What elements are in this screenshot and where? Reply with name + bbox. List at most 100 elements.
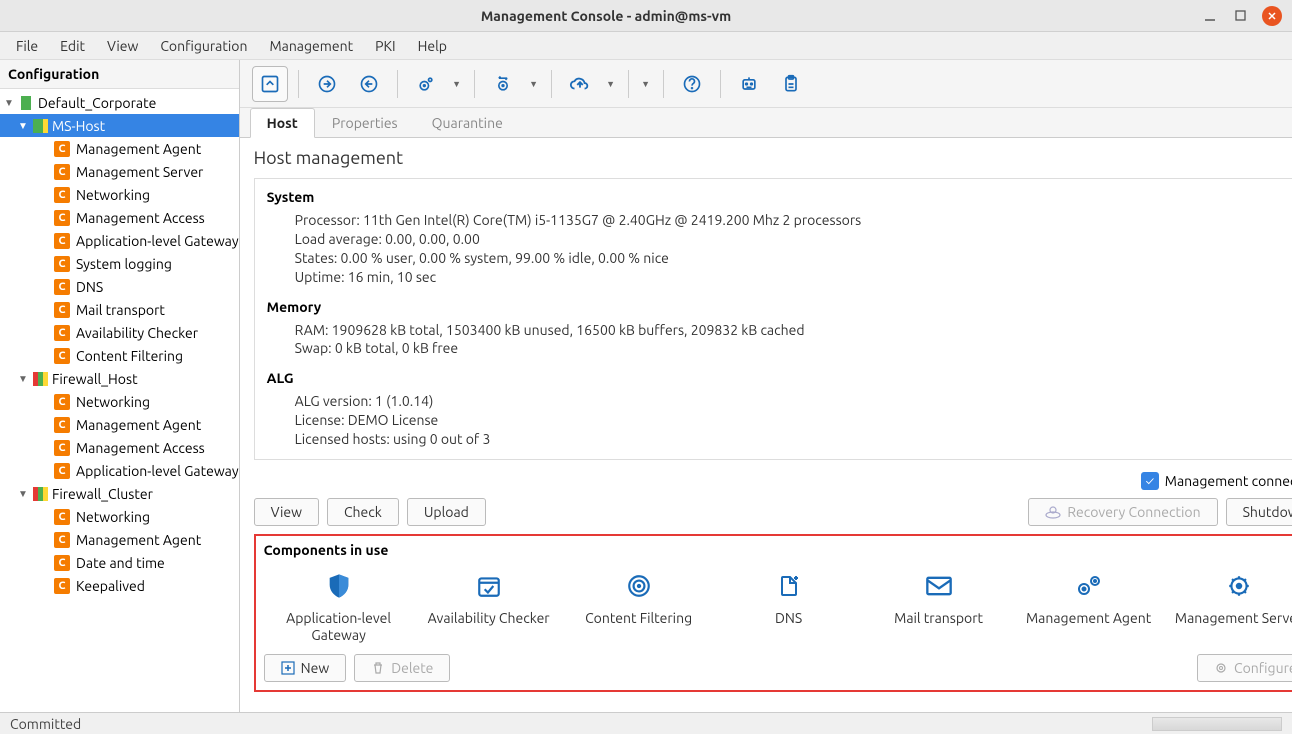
shutdown-button[interactable]: Shutdown <box>1226 498 1292 526</box>
tree-comp-management-server[interactable]: CManagement Server <box>0 160 239 183</box>
tool-upload-cloud-icon[interactable] <box>562 66 598 102</box>
statusbar: Committed <box>0 712 1292 734</box>
component-management-agent[interactable]: Management Agent <box>1014 572 1164 644</box>
menu-file[interactable]: File <box>6 34 48 58</box>
expand-arrow-icon[interactable]: ▼ <box>18 488 32 500</box>
system-states: States: 0.00 % user, 0.00 % system, 99.0… <box>267 249 1292 268</box>
component-icon: C <box>54 302 70 318</box>
tool-commit-in-icon[interactable] <box>309 66 345 102</box>
tree-label: Keepalived <box>76 578 145 594</box>
tree-comp-dns[interactable]: CDNS <box>0 275 239 298</box>
tree-comp-mail-transport[interactable]: CMail transport <box>0 298 239 321</box>
configure-component-button[interactable]: Configure <box>1197 654 1292 682</box>
check-button[interactable]: Check <box>327 498 399 526</box>
tree-comp-networking[interactable]: CNetworking <box>0 183 239 206</box>
tree-comp-keepalived[interactable]: CKeepalived <box>0 574 239 597</box>
management-connection-checkbox[interactable]: ✓ <box>1141 472 1159 490</box>
menubar: File Edit View Configuration Management … <box>0 32 1292 60</box>
tool-dropdown-icon[interactable]: ▼ <box>450 79 464 89</box>
component-dns[interactable]: DNS <box>714 572 864 644</box>
tree-label: MS-Host <box>52 118 105 134</box>
upload-button[interactable]: Upload <box>407 498 486 526</box>
tree-comp-content-filtering[interactable]: CContent Filtering <box>0 344 239 367</box>
menu-edit[interactable]: Edit <box>50 34 95 58</box>
tree-comp-management-agent[interactable]: CManagement Agent <box>0 137 239 160</box>
view-button[interactable]: View <box>254 498 319 526</box>
tool-commit-out-icon[interactable] <box>351 66 387 102</box>
status-icon <box>32 486 48 502</box>
tree-comp-availability-checker[interactable]: CAvailability Checker <box>0 321 239 344</box>
toolbar-separator <box>298 70 299 98</box>
component-label: Management Agent <box>1026 610 1151 627</box>
host-panel: Host management System Processor: 11th G… <box>240 138 1292 712</box>
component-application-level-gateway[interactable]: Application-level Gateway <box>264 572 414 644</box>
tool-clipboard-icon[interactable] <box>773 66 809 102</box>
component-availability-checker[interactable]: Availability Checker <box>414 572 564 644</box>
tree-label: Management Agent <box>76 141 201 157</box>
tree-comp-networking[interactable]: CNetworking <box>0 505 239 528</box>
menu-configuration[interactable]: Configuration <box>150 34 257 58</box>
tree-label: Management Access <box>76 440 205 456</box>
tool-dropdown-icon[interactable]: ▼ <box>639 79 653 89</box>
main-area: Configuration ▼Default_Corporate▼MS-Host… <box>0 60 1292 712</box>
plus-icon <box>281 661 295 675</box>
tree-host-firewall-cluster[interactable]: ▼ Firewall_Cluster <box>0 482 239 505</box>
tree-label: Firewall_Cluster <box>52 486 153 502</box>
components-grid: Application-level Gateway Availability Ch… <box>264 566 1292 654</box>
tree-comp-application-level-gateway[interactable]: C Application-level Gateway <box>0 459 239 482</box>
expand-arrow-icon[interactable]: ▼ <box>4 97 18 109</box>
tool-up-icon[interactable] <box>252 66 288 102</box>
component-label: Availability Checker <box>428 610 550 627</box>
gear-icon <box>1225 572 1253 600</box>
component-content-filtering[interactable]: Content Filtering <box>564 572 714 644</box>
component-label: Application-level Gateway <box>264 610 414 644</box>
tree-site-default-corporate[interactable]: ▼ Default_Corporate <box>0 91 239 114</box>
tree-comp-management-access[interactable]: CManagement Access <box>0 436 239 459</box>
menu-help[interactable]: Help <box>408 34 457 58</box>
recovery-connection-button[interactable]: Recovery Connection <box>1028 498 1217 526</box>
expand-arrow-icon[interactable]: ▼ <box>18 373 32 385</box>
tool-gear-swap-icon[interactable] <box>485 66 521 102</box>
component-management-server[interactable]: Management Server <box>1164 572 1292 644</box>
tree-comp-management-agent[interactable]: CManagement Agent <box>0 528 239 551</box>
system-heading: System <box>267 189 1292 205</box>
component-icon: C <box>54 394 70 410</box>
system-load: Load average: 0.00, 0.00, 0.00 <box>267 230 1292 249</box>
tool-gear-view-icon[interactable] <box>408 66 444 102</box>
tree-comp-networking[interactable]: CNetworking <box>0 390 239 413</box>
menu-view[interactable]: View <box>97 34 148 58</box>
expand-arrow-icon[interactable]: ▼ <box>18 120 32 132</box>
component-icon: C <box>54 279 70 295</box>
tab-host[interactable]: Host <box>250 108 315 138</box>
component-icon: C <box>54 164 70 180</box>
tree-comp-system-logging[interactable]: CSystem logging <box>0 252 239 275</box>
status-icon <box>32 371 48 387</box>
tree-comp-management-access[interactable]: CManagement Access <box>0 206 239 229</box>
tree-comp-application-level-gateway[interactable]: CApplication-level Gateway <box>0 229 239 252</box>
new-component-button[interactable]: New <box>264 654 347 682</box>
tool-help-icon[interactable] <box>674 66 710 102</box>
delete-component-button[interactable]: Delete <box>354 654 450 682</box>
tab-quarantine[interactable]: Quarantine <box>415 108 520 138</box>
tree-comp-date-and-time[interactable]: CDate and time <box>0 551 239 574</box>
config-tree[interactable]: ▼Default_Corporate▼MS-HostCManagement Ag… <box>0 89 239 712</box>
tool-dropdown-icon[interactable]: ▼ <box>527 79 541 89</box>
component-icon: C <box>54 463 70 479</box>
tree-label: Default_Corporate <box>38 95 156 111</box>
tool-robot-icon[interactable] <box>731 66 767 102</box>
minimize-button[interactable] <box>1202 8 1218 24</box>
close-button[interactable] <box>1262 6 1282 26</box>
menu-pki[interactable]: PKI <box>365 34 405 58</box>
menu-management[interactable]: Management <box>259 34 363 58</box>
tree-label: Management Agent <box>76 532 201 548</box>
tab-properties[interactable]: Properties <box>315 108 415 138</box>
maximize-button[interactable] <box>1232 8 1248 24</box>
toolbar-separator <box>551 70 552 98</box>
component-icon: C <box>54 210 70 226</box>
tree-host-ms-host[interactable]: ▼ MS-Host <box>0 114 239 137</box>
tree-label: Application-level Gateway <box>76 463 239 479</box>
tool-dropdown-icon[interactable]: ▼ <box>604 79 618 89</box>
tree-comp-management-agent[interactable]: CManagement Agent <box>0 413 239 436</box>
tree-host-firewall-host[interactable]: ▼Firewall_Host <box>0 367 239 390</box>
component-mail-transport[interactable]: Mail transport <box>864 572 1014 644</box>
